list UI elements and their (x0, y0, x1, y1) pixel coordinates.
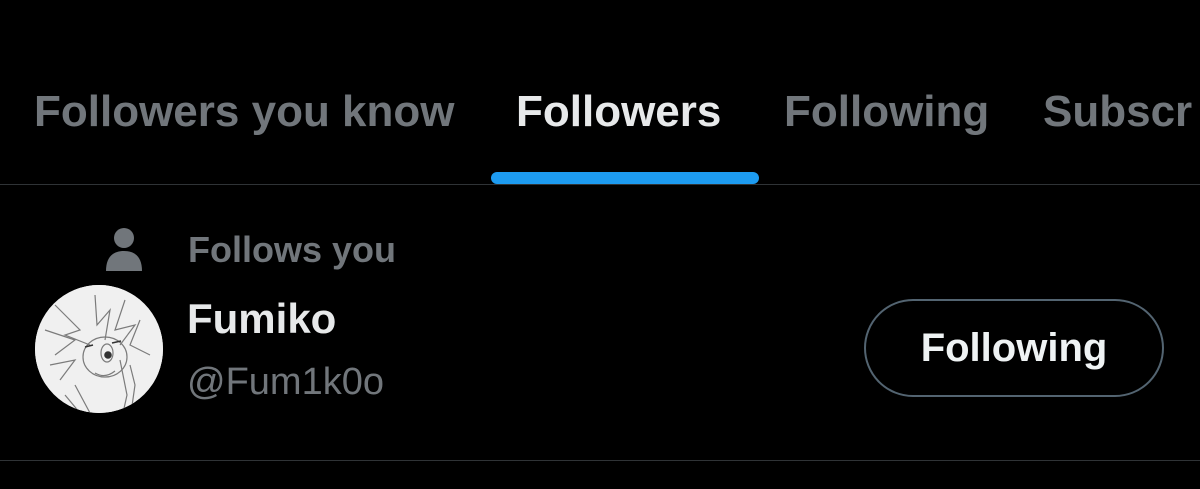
tab-followers[interactable]: Followers (516, 82, 721, 142)
follows-you-context: Follows you (104, 225, 396, 275)
display-name[interactable]: Fumiko (187, 293, 336, 345)
tab-followers-you-know[interactable]: Followers you know (34, 82, 455, 142)
person-icon (106, 228, 142, 271)
follower-row[interactable]: Follows you Fumiko @Fum1k0o Following (0, 185, 1200, 461)
followers-page: Followers you know Followers Following S… (0, 0, 1200, 489)
user-handle[interactable]: @Fum1k0o (187, 357, 384, 407)
following-button[interactable]: Following (864, 299, 1164, 397)
active-tab-indicator (491, 172, 759, 184)
avatar-sketch-image (35, 285, 163, 413)
follows-you-label: Follows you (188, 229, 397, 270)
avatar[interactable] (35, 285, 163, 413)
tab-bar: Followers you know Followers Following S… (0, 0, 1200, 185)
tab-following[interactable]: Following (784, 82, 989, 142)
tab-subscriptions[interactable]: Subscr (1043, 82, 1192, 142)
